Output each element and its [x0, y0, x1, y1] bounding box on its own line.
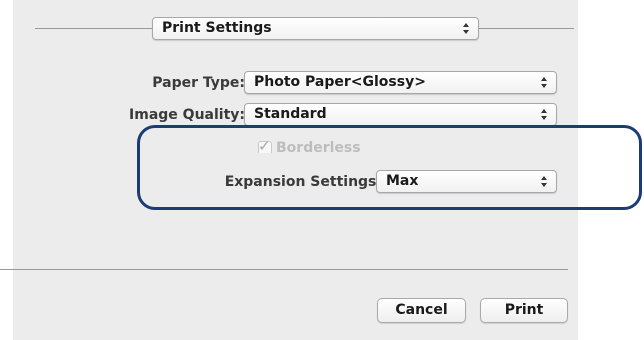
top-separator-right — [479, 28, 574, 29]
section-popup[interactable]: Print Settings — [152, 17, 479, 40]
popup-arrows-icon — [541, 109, 547, 120]
expansion-settings-highlight — [137, 125, 642, 210]
print-button[interactable]: Print — [480, 298, 568, 323]
top-separator-left — [35, 28, 155, 29]
image-quality-select[interactable]: Standard — [244, 103, 557, 126]
image-quality-value: Standard — [254, 106, 327, 122]
bottom-separator — [0, 269, 568, 270]
popup-arrows-icon — [541, 77, 547, 88]
paper-type-label: Paper Type: — [152, 75, 245, 91]
paper-type-select[interactable]: Photo Paper<Glossy> — [244, 71, 557, 94]
image-quality-label: Image Quality: — [129, 107, 245, 123]
section-popup-value: Print Settings — [162, 20, 272, 36]
cancel-button[interactable]: Cancel — [377, 298, 466, 323]
paper-type-value: Photo Paper<Glossy> — [254, 74, 426, 90]
popup-arrows-icon — [463, 23, 469, 34]
